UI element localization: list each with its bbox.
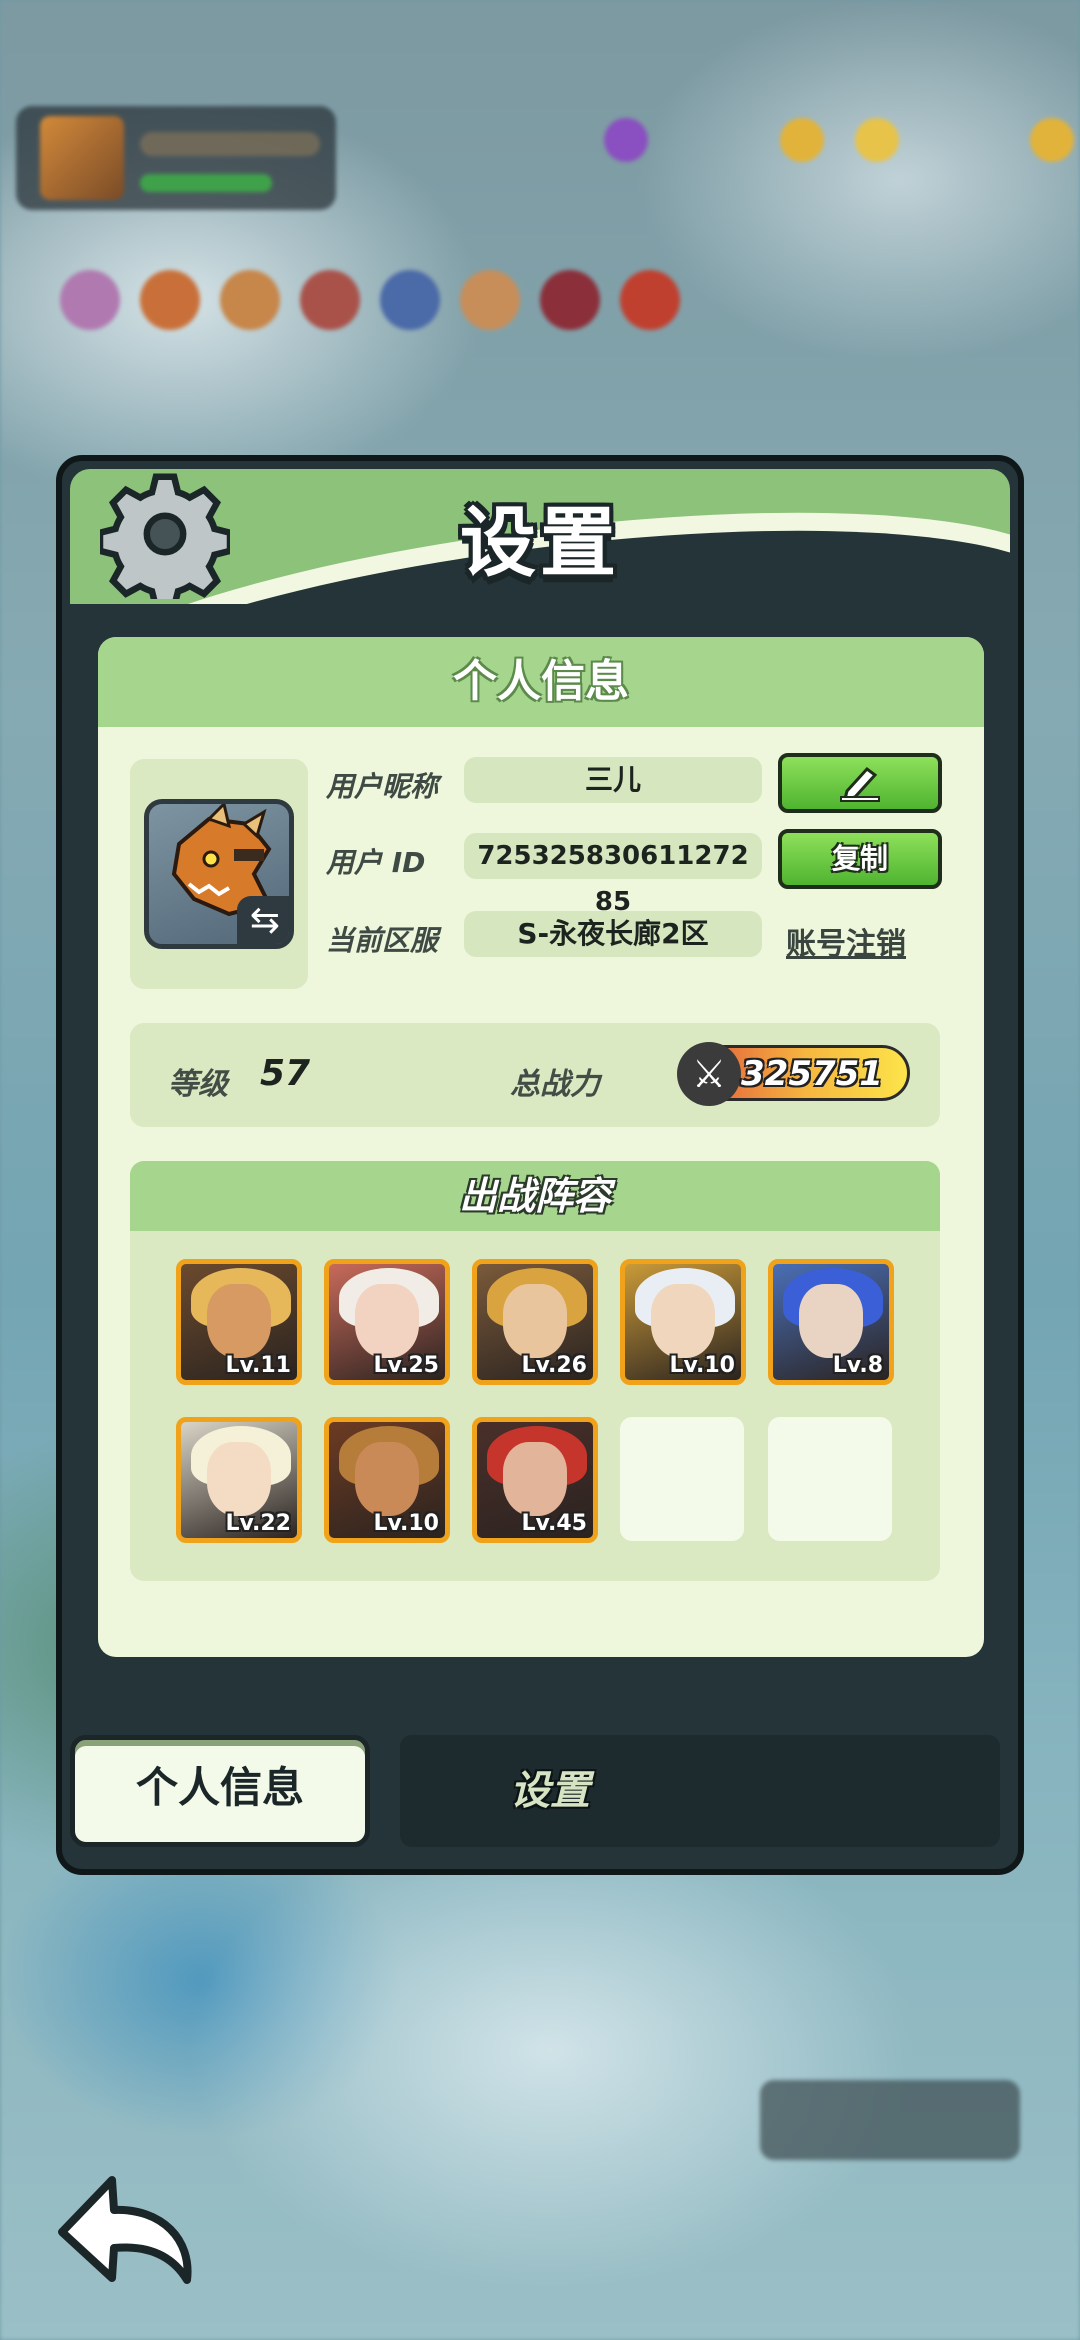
server-label: 当前区服 (326, 924, 439, 957)
hero-head (380, 270, 440, 330)
dialog-header: 设置 (70, 469, 1010, 604)
hero-face (355, 1284, 419, 1358)
edit-nickname-button[interactable] (778, 753, 942, 813)
hero-slot[interactable]: Lv.25 (324, 1259, 450, 1385)
hero-slot[interactable]: Lv.8 (768, 1259, 894, 1385)
power-value: 325751 (741, 1054, 883, 1094)
dialog-title: 设置 (460, 498, 620, 587)
hud-portrait (40, 116, 124, 200)
hero-slot[interactable]: Lv.22 (176, 1417, 302, 1543)
hero-level: Lv.25 (373, 1353, 439, 1378)
hud-name-bar (140, 132, 320, 156)
coin-icon (855, 118, 899, 162)
gem-icon (604, 118, 648, 162)
hero-level: Lv.45 (521, 1511, 587, 1536)
hero-head (620, 270, 680, 330)
stats-bar: 等级 57 总战力 ⚔ 325751 (130, 1023, 940, 1127)
hero-face (355, 1442, 419, 1516)
personal-info-card: 个人信息 ⇆ 用户昵称 三儿 用户 ID 7 (98, 637, 984, 1657)
swap-avatar-icon[interactable]: ⇆ (237, 896, 289, 944)
nickname-value: 三儿 (464, 757, 762, 803)
avatar[interactable]: ⇆ (144, 799, 294, 949)
tab-settings[interactable]: 设置 (400, 1735, 1000, 1847)
hero-slot[interactable]: Lv.10 (620, 1259, 746, 1385)
tab-label: 个人信息 (135, 1763, 304, 1812)
hero-face (207, 1284, 271, 1358)
section-title: 个人信息 (98, 637, 984, 727)
settings-dialog: 设置 个人信息 ⇆ 用户昵称 三儿 (56, 455, 1024, 1875)
hero-level: Lv.8 (832, 1353, 883, 1378)
hero-face (503, 1284, 567, 1358)
hero-head (300, 270, 360, 330)
hero-level: Lv.10 (669, 1353, 735, 1378)
power-badge: ⚔ 325751 (677, 1042, 910, 1106)
hero-head (540, 270, 600, 330)
hero-slot[interactable]: Lv.26 (472, 1259, 598, 1385)
pencil-icon (840, 766, 880, 802)
power-label: 总战力 (510, 1067, 600, 1102)
avatar-frame: ⇆ (130, 759, 308, 989)
lineup-title: 出战阵容 (130, 1161, 940, 1231)
hud-exp-bar (140, 174, 272, 192)
player-hud-card (16, 106, 336, 210)
copy-id-button[interactable]: 复制 (778, 829, 942, 889)
hero-slot[interactable]: Lv.10 (324, 1417, 450, 1543)
hero-head (460, 270, 520, 330)
hero-face (799, 1284, 863, 1358)
coin-icon (1030, 118, 1074, 162)
hero-level: Lv.22 (225, 1511, 291, 1536)
hero-face (207, 1442, 271, 1516)
empty-hero-slot[interactable] (768, 1417, 892, 1541)
server-value: S-永夜长廊2区 (464, 911, 762, 957)
crossed-swords-icon: ⚔ (677, 1042, 741, 1106)
hero-slot[interactable]: Lv.45 (472, 1417, 598, 1543)
tab-label: 设置 (510, 1768, 590, 1814)
empty-hero-slot[interactable] (620, 1417, 744, 1541)
battle-lineup: 出战阵容 Lv.11 Lv.25 Lv.26 Lv.10 Lv.8 Lv.22 Lv.10 L… (130, 1161, 940, 1581)
level-label: 等级 (168, 1067, 228, 1102)
hero-level: Lv.26 (521, 1353, 587, 1378)
hero-head (140, 270, 200, 330)
hero-head (60, 270, 120, 330)
tab-personal-info[interactable]: 个人信息 (70, 1735, 370, 1847)
bg-banner (760, 2080, 1020, 2160)
user-id-value: 725325830611272​85 (464, 833, 762, 917)
hero-slot[interactable]: Lv.11 (176, 1259, 302, 1385)
tab-bar: 个人信息 设置 (70, 1735, 1010, 1849)
user-id-label: 用户 ID (326, 846, 426, 879)
hero-face (503, 1442, 567, 1516)
back-arrow-icon[interactable] (52, 2170, 202, 2290)
account-cancel-link[interactable]: 账号注销 (786, 919, 906, 963)
hero-head (220, 270, 280, 330)
hero-level: Lv.11 (225, 1353, 291, 1378)
nickname-label: 用户昵称 (326, 770, 439, 803)
hero-face (651, 1284, 715, 1358)
coin-icon (780, 118, 824, 162)
hero-level: Lv.10 (373, 1511, 439, 1536)
level-value: 57 (260, 1053, 311, 1094)
